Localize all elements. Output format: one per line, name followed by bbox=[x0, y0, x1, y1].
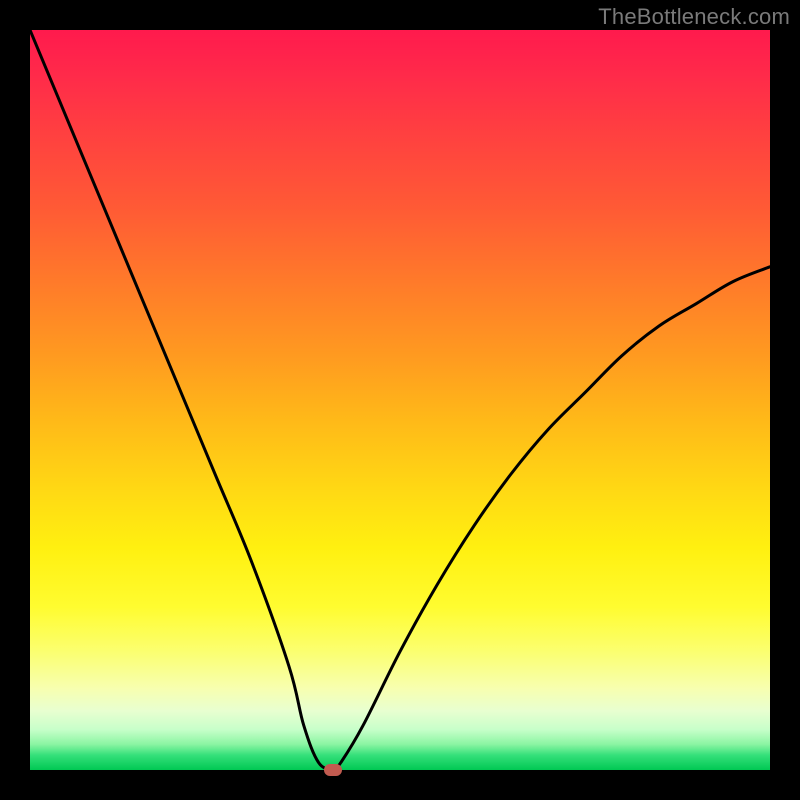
watermark-text: TheBottleneck.com bbox=[598, 4, 790, 30]
curve-svg bbox=[30, 30, 770, 770]
chart-frame: TheBottleneck.com bbox=[0, 0, 800, 800]
min-marker bbox=[324, 764, 342, 776]
plot-area bbox=[30, 30, 770, 770]
bottleneck-curve-path bbox=[30, 30, 770, 770]
